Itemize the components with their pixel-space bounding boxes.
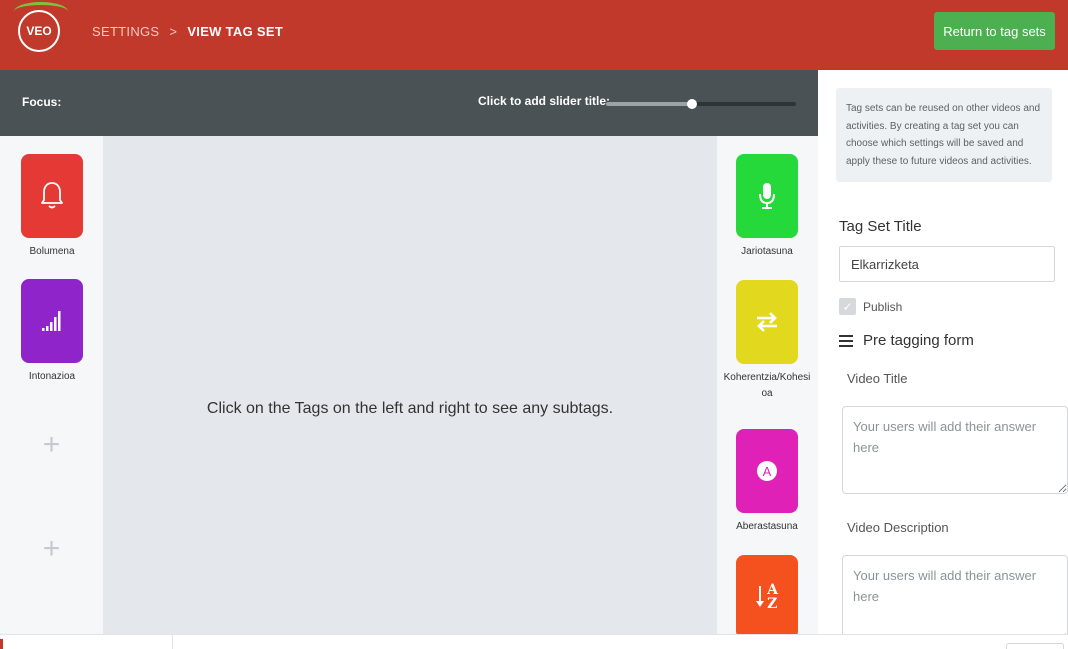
focus-slider[interactable]: [606, 99, 796, 109]
swap-arrows-icon: [757, 312, 777, 332]
tag-label: Koherentzia/Kohesioa: [723, 372, 811, 399]
sort-letter-bottom: Z: [767, 596, 778, 612]
tag-tile[interactable]: A Z: [736, 555, 798, 634]
publish-row[interactable]: ✓ Publish: [839, 298, 902, 315]
tag-set-title-label: Tag Set Title: [839, 218, 922, 235]
info-box: Tag sets can be reused on other videos a…: [836, 88, 1052, 182]
tag-tile[interactable]: [21, 279, 83, 363]
breadcrumb-current: VIEW TAG SET: [187, 24, 284, 39]
tag-jariotasuna[interactable]: Jariotasuna: [717, 154, 817, 260]
icon-letter: A: [762, 463, 772, 479]
tag-tile[interactable]: [21, 154, 83, 238]
subtag-area: Click on the Tags on the left and right …: [103, 136, 717, 634]
tag-tile[interactable]: [736, 154, 798, 238]
list-icon: [839, 334, 853, 347]
video-title-field[interactable]: [842, 406, 1068, 494]
tag-set-panel: Tag sets can be reused on other videos a…: [818, 70, 1068, 634]
focus-bar: Focus: Click to add slider title:: [0, 70, 818, 136]
right-tag-column: Jariotasuna Koherentzia/Kohesioa A Abera…: [717, 136, 818, 634]
top-bar: VEO SETTINGS > VIEW TAG SET Return to tag …: [0, 0, 1068, 70]
publish-checkbox[interactable]: ✓: [839, 298, 856, 315]
tag-bolumena[interactable]: Bolumena: [2, 154, 102, 260]
video-description-field[interactable]: [842, 555, 1068, 634]
breadcrumb: SETTINGS > VIEW TAG SET: [92, 24, 283, 39]
slider-thumb[interactable]: [686, 99, 697, 109]
breadcrumb-separator-icon: >: [169, 24, 178, 39]
tag-label: Aberastasuna: [736, 521, 798, 532]
focus-label: Focus:: [22, 95, 62, 109]
left-tag-column: Bolumena Intonazioa + +: [0, 136, 103, 634]
tag-label: Intonazioa: [28, 371, 76, 382]
veo-logo[interactable]: VEO: [14, 2, 68, 52]
add-tag-slot[interactable]: +: [0, 532, 103, 566]
red-marker: [0, 639, 3, 649]
bottom-control[interactable]: [1006, 643, 1064, 649]
sort-alpha-down-icon: A Z: [756, 583, 778, 611]
return-to-tag-sets-button[interactable]: Return to tag sets: [934, 12, 1055, 50]
microphone-icon: [759, 183, 775, 209]
publish-label: Publish: [863, 299, 903, 314]
tag-set-title-input[interactable]: [839, 246, 1055, 282]
bell-icon: [41, 182, 63, 209]
letter-a-circle-icon: A: [757, 461, 777, 481]
tag-sort[interactable]: A Z: [717, 555, 817, 634]
tag-koherentzia[interactable]: Koherentzia/Kohesioa: [717, 280, 817, 402]
tag-tile[interactable]: [736, 280, 798, 364]
signal-bars-icon: [42, 311, 61, 331]
slider-fill: [606, 102, 692, 106]
sort-letter-top: A: [767, 582, 778, 598]
slider-title-prompt[interactable]: Click to add slider title:: [478, 94, 610, 108]
tag-intonazioa[interactable]: Intonazioa: [2, 279, 102, 385]
pretagging-heading-text: Pre tagging form: [863, 332, 974, 349]
breadcrumb-settings[interactable]: SETTINGS: [92, 24, 159, 39]
logo-text: VEO: [26, 24, 52, 38]
tag-label: Bolumena: [29, 246, 75, 257]
video-description-label: Video Description: [847, 520, 949, 535]
pretagging-heading: Pre tagging form: [839, 332, 974, 349]
tag-aberastasuna[interactable]: A Aberastasuna: [717, 429, 817, 535]
bottom-strip: [0, 634, 1068, 649]
check-icon: ✓: [842, 299, 853, 314]
video-title-label: Video Title: [847, 371, 908, 386]
tag-label: Jariotasuna: [741, 246, 793, 257]
subtag-instructions: Click on the Tags on the left and right …: [206, 400, 614, 417]
tag-tile[interactable]: A: [736, 429, 798, 513]
add-tag-slot[interactable]: +: [0, 428, 103, 462]
divider: [172, 635, 173, 649]
